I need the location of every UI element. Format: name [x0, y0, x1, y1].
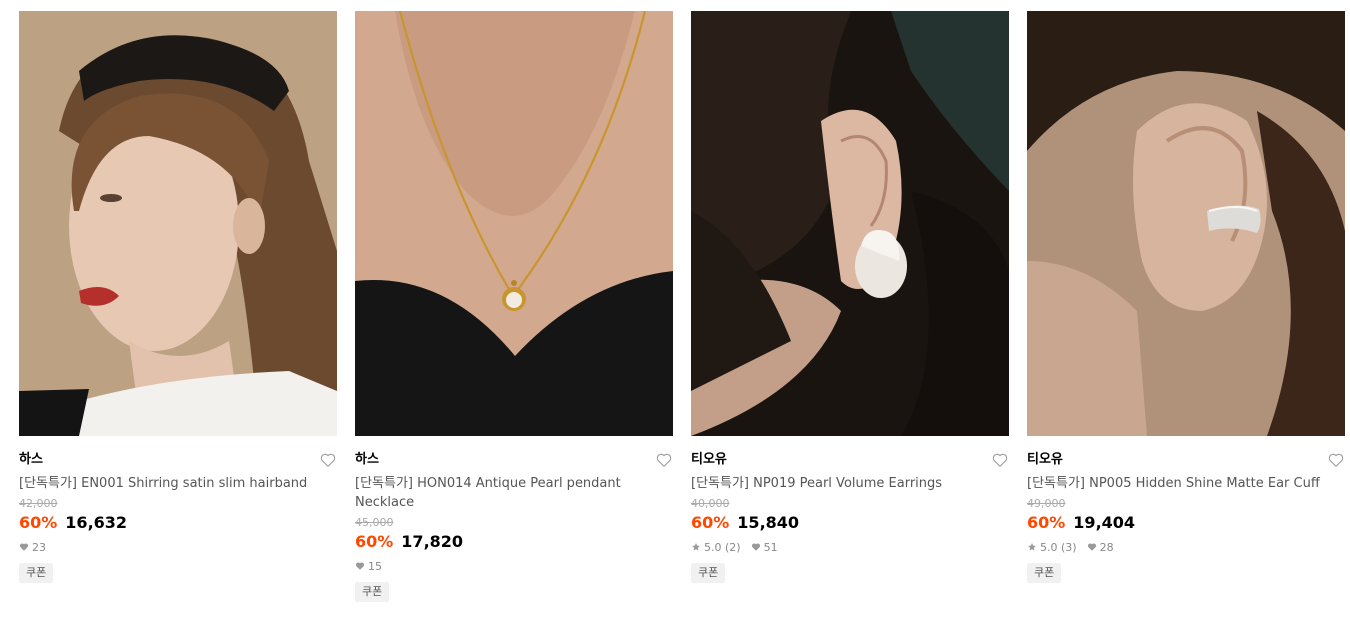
product-title[interactable]: [단독특가] NP019 Pearl Volume Earrings: [691, 474, 991, 493]
star-icon: [692, 543, 700, 551]
likes-stat: 51: [751, 541, 778, 554]
coupon-badge: 쿠폰: [355, 582, 390, 602]
product-image[interactable]: [355, 11, 673, 436]
sale-price: 17,820: [401, 532, 464, 551]
product-stats: 15: [355, 558, 673, 574]
likes-count: 28: [1099, 540, 1114, 554]
wishlist-heart-icon[interactable]: [655, 451, 673, 469]
product-photo: [19, 11, 337, 436]
coupon-badge: 쿠폰: [691, 563, 726, 583]
brand-name[interactable]: 티오유: [691, 451, 1009, 469]
heart-icon: [1087, 543, 1096, 551]
brand-name[interactable]: 티오유: [1027, 451, 1345, 469]
coupon-badge: 쿠폰: [19, 563, 54, 583]
price-row: 60% 19,404: [1027, 513, 1345, 533]
rating-value: 5.0 (3): [1040, 540, 1077, 554]
product-card[interactable]: 티오유 [단독특가] NP019 Pearl Volume Earrings 4…: [691, 11, 1009, 583]
product-photo: [355, 11, 673, 436]
product-stats: 23: [19, 539, 337, 555]
coupon-badge: 쿠폰: [1027, 563, 1062, 583]
likes-count: 23: [32, 540, 46, 554]
star-icon: [1028, 543, 1036, 551]
heart-icon: [355, 562, 365, 570]
product-card[interactable]: 티오유 [단독특가] NP005 Hidden Shine Matte Ear …: [1027, 11, 1345, 583]
product-card[interactable]: 하스 [단독특가] EN001 Shirring satin slim hair…: [19, 11, 337, 583]
discount-rate: 60%: [355, 532, 394, 551]
original-price: 40,000: [691, 497, 730, 510]
rating-stat: 5.0 (2): [691, 541, 741, 554]
product-title[interactable]: [단독특가] NP005 Hidden Shine Matte Ear Cuff: [1027, 474, 1327, 493]
product-stats: 5.0 (3) 28: [1027, 539, 1345, 555]
sale-price: 16,632: [65, 513, 128, 532]
discount-rate: 60%: [19, 513, 58, 532]
rating-stat: 5.0 (3): [1027, 541, 1077, 554]
likes-count: 51: [763, 540, 778, 554]
wishlist-heart-icon[interactable]: [1327, 451, 1345, 469]
original-price: 49,000: [1027, 497, 1066, 510]
product-title[interactable]: [단독특가] HON014 Antique Pearl pendant Neck…: [355, 474, 655, 512]
brand-row: 티오유: [691, 451, 1009, 469]
brand-row: 하스: [19, 451, 337, 469]
price-row: 60% 16,632: [19, 513, 337, 533]
sale-price: 15,840: [737, 513, 800, 532]
brand-row: 하스: [355, 451, 673, 469]
brand-row: 티오유: [1027, 451, 1345, 469]
heart-icon: [19, 543, 29, 551]
product-title[interactable]: [단독특가] EN001 Shirring satin slim hairban…: [19, 474, 319, 493]
brand-name[interactable]: 하스: [19, 451, 337, 469]
product-card[interactable]: 하스 [단독특가] HON014 Antique Pearl pendant N…: [355, 11, 673, 602]
sale-price: 19,404: [1073, 513, 1136, 532]
price-row: 60% 15,840: [691, 513, 1009, 533]
product-image[interactable]: [19, 11, 337, 436]
original-price: 45,000: [355, 516, 394, 529]
likes-count: 15: [368, 559, 382, 573]
likes-stat: 28: [1087, 541, 1114, 554]
product-stats: 5.0 (2) 51: [691, 539, 1009, 555]
rating-value: 5.0 (2): [704, 540, 741, 554]
discount-rate: 60%: [691, 513, 730, 532]
heart-icon: [751, 543, 760, 551]
likes-stat: 15: [355, 560, 382, 573]
product-grid: 하스 [단독특가] EN001 Shirring satin slim hair…: [0, 0, 1350, 634]
brand-name[interactable]: 하스: [355, 451, 673, 469]
product-image[interactable]: [1027, 11, 1345, 436]
product-photo: [1027, 11, 1345, 436]
discount-rate: 60%: [1027, 513, 1066, 532]
wishlist-heart-icon[interactable]: [319, 451, 337, 469]
likes-stat: 23: [19, 541, 46, 554]
product-photo: [691, 11, 1009, 436]
price-row: 60% 17,820: [355, 532, 673, 552]
product-image[interactable]: [691, 11, 1009, 436]
original-price: 42,000: [19, 497, 58, 510]
wishlist-heart-icon[interactable]: [991, 451, 1009, 469]
